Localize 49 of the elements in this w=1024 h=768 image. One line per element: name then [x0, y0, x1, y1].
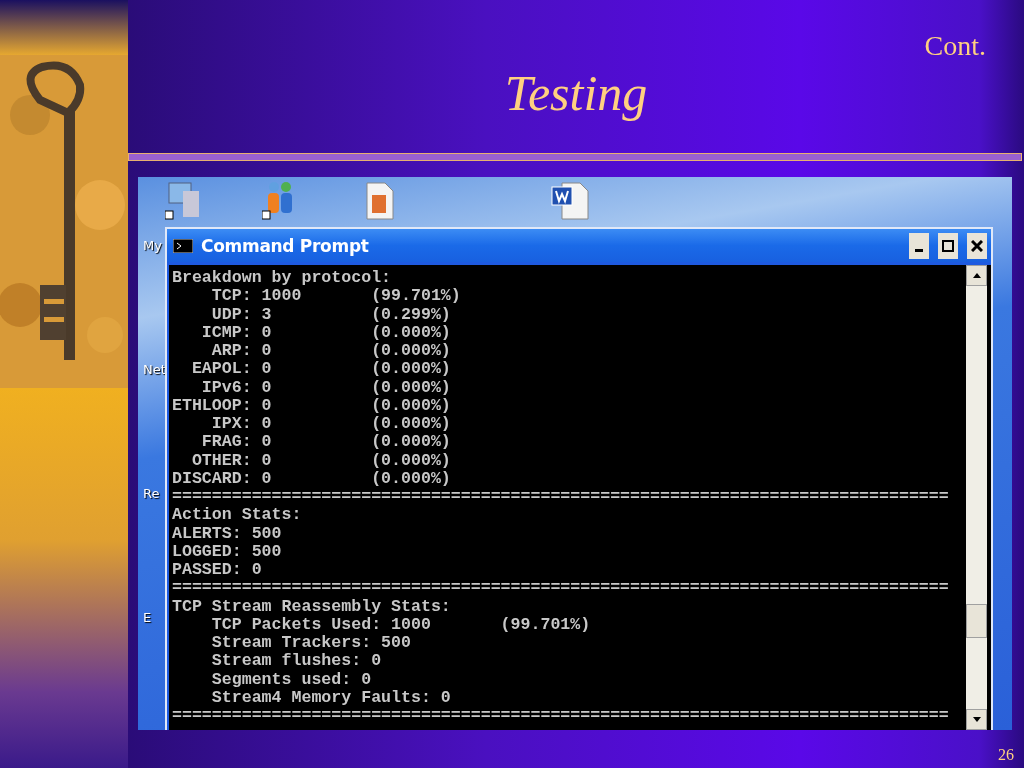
caret-up-icon [972, 273, 981, 278]
minimize-icon [915, 249, 923, 252]
console-line: TCP Packets Used: 1000 (99.701%) [210, 615, 592, 634]
maximize-icon [942, 239, 954, 252]
scroll-up-button[interactable] [966, 265, 987, 286]
console-line: Action Stats: [172, 506, 303, 525]
console-line: ETHLOOP: 0 (0.000%) [172, 396, 452, 415]
close-button[interactable] [967, 232, 987, 259]
console-line: Segments used: 0 [210, 670, 373, 689]
desktop-icon-label[interactable]: E [138, 609, 165, 627]
scroll-thumb[interactable] [966, 604, 987, 638]
console-line: IPv6: 0 (0.000%) [200, 378, 452, 397]
console-line: Stream flushes: 0 [210, 652, 383, 671]
console-line: LOGGED: 500 [172, 542, 283, 561]
console-line: TCP: 1000 (99.701%) [210, 287, 462, 306]
window-title: Command Prompt [201, 235, 370, 256]
scrollbar[interactable] [966, 265, 987, 730]
console-line: ALERTS: 500 [172, 524, 283, 543]
console-line: PASSED: 0 [172, 561, 263, 580]
console-line: TCP Stream Reassembly Stats: [172, 597, 452, 616]
console-line: FRAG: 0 (0.000%) [200, 433, 452, 452]
minimize-button[interactable] [909, 232, 929, 259]
document-icon[interactable] [365, 181, 395, 221]
console-line: Stream4 Memory Faults: 0 [210, 688, 452, 707]
console-line: ICMP: 0 (0.000%) [200, 323, 452, 342]
slide-subtitle: Cont. [924, 30, 986, 62]
console-line: EAPOL: 0 (0.000%) [190, 360, 452, 379]
console-icon [173, 238, 193, 253]
word-document-icon[interactable] [550, 181, 590, 221]
desktop-icon-label[interactable]: My [138, 237, 165, 255]
maximize-button[interactable] [938, 232, 958, 259]
console-line: DISCARD: 0 (0.000%) [172, 469, 452, 488]
scroll-down-button[interactable] [966, 709, 987, 730]
computer-icon[interactable] [165, 181, 201, 221]
console-line: UDP: 3 (0.299%) [210, 305, 452, 324]
page-number: 26 [998, 746, 1014, 764]
console-line: Breakdown by protocol: [172, 269, 393, 288]
console-line: ============================================================================== [172, 488, 950, 507]
console-line: ARP: 0 (0.000%) [210, 342, 452, 361]
desktop-icon-label[interactable]: Re [138, 485, 165, 503]
desktop-icon-label[interactable]: Net [138, 361, 165, 379]
console-line: IPX: 0 (0.000%) [210, 415, 452, 434]
console-line: ============================================================================== [172, 707, 950, 726]
console-line: OTHER: 0 (0.000%) [190, 451, 452, 470]
console-line: ============================================================================== [172, 579, 950, 598]
console-line: Stream Trackers: 500 [210, 634, 412, 653]
close-icon [971, 239, 983, 252]
slide-title: Testing [504, 64, 648, 122]
caret-down-icon [972, 717, 981, 722]
